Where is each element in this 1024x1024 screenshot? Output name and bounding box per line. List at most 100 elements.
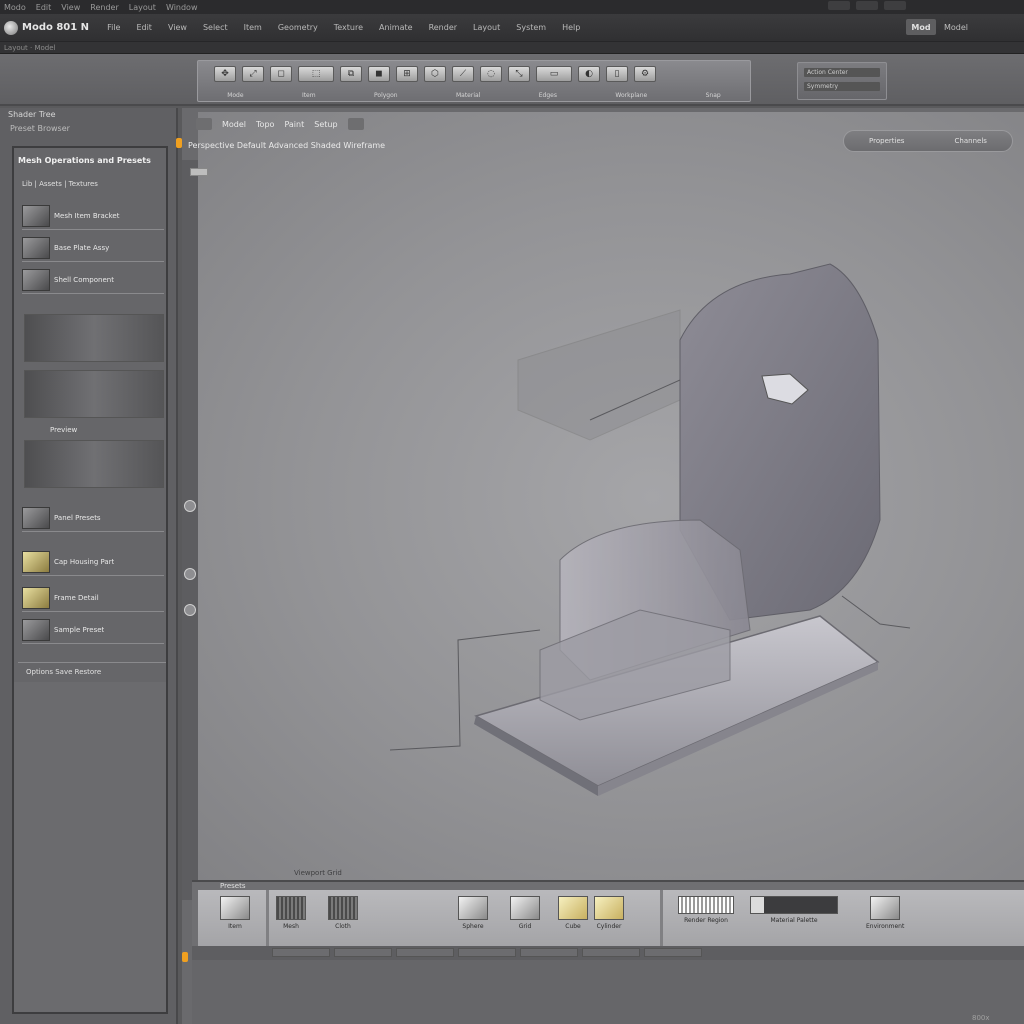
tab-model[interactable]: Model: [222, 120, 246, 129]
asset-tile[interactable]: Mesh: [276, 896, 306, 930]
asset-thumbnail: [458, 896, 488, 920]
asset-thumbnail: [510, 896, 540, 920]
asset-tile[interactable]: Grid: [510, 896, 540, 930]
footer-cell[interactable]: [644, 948, 702, 957]
list-item-label: Sample Preset: [54, 625, 105, 634]
list-item[interactable]: Sample Preset: [22, 616, 164, 644]
scale-tool-icon[interactable]: ⤢: [242, 66, 264, 82]
select-tool-icon[interactable]: ⬚: [298, 66, 334, 82]
menu-file[interactable]: File: [107, 23, 120, 32]
settings-gear-icon[interactable]: ⚙: [634, 66, 656, 82]
layout-label[interactable]: Model: [944, 23, 968, 32]
properties-pill[interactable]: Properties: [869, 137, 904, 145]
action-center-dropdown[interactable]: Action Center: [804, 68, 880, 77]
status-text: 800x: [972, 1014, 990, 1022]
title-item[interactable]: Modo: [4, 3, 26, 12]
menu-edit[interactable]: Edit: [136, 23, 152, 32]
footer-cell[interactable]: [520, 948, 578, 957]
vertex-tool-icon[interactable]: ◌: [480, 66, 502, 82]
menu-system[interactable]: System: [516, 23, 546, 32]
viewport-nav-icon[interactable]: [184, 568, 196, 580]
strip-resize-handle[interactable]: [182, 952, 188, 962]
asset-thumbnail: [276, 896, 306, 920]
viewport-right-pills: Properties Channels: [843, 130, 1013, 152]
menu-geometry[interactable]: Geometry: [278, 23, 318, 32]
tab-paint[interactable]: Paint: [284, 120, 304, 129]
duplicate-tool-icon[interactable]: ⧉: [340, 66, 362, 82]
asset-tile[interactable]: Cylinder: [594, 896, 624, 930]
title-item[interactable]: Layout: [129, 3, 156, 12]
minimize-button[interactable]: [828, 1, 850, 10]
panel-footer-actions[interactable]: Options Save Restore: [18, 662, 166, 680]
tab-topo[interactable]: Topo: [256, 120, 274, 129]
title-item[interactable]: Window: [166, 3, 198, 12]
asset-tile[interactable]: Environment: [866, 896, 904, 930]
preview-section-label: Preview: [50, 426, 78, 434]
title-item[interactable]: Edit: [36, 3, 52, 12]
footer-cell[interactable]: [582, 948, 640, 957]
left-dock-title[interactable]: Shader Tree: [8, 110, 56, 119]
footer-cell[interactable]: [396, 948, 454, 957]
wire-line: [841, 595, 911, 629]
list-item[interactable]: Base Plate Assy: [22, 234, 164, 262]
asset-thumbnail: [558, 896, 588, 920]
material-tool-icon[interactable]: ◐: [578, 66, 600, 82]
box-tool-icon[interactable]: ◻: [270, 66, 292, 82]
menu-view[interactable]: View: [168, 23, 187, 32]
asset-tile[interactable]: Render Region: [678, 896, 734, 924]
panel-subtitle[interactable]: Lib | Assets | Textures: [22, 180, 98, 188]
footer-cell[interactable]: [334, 948, 392, 957]
preset-thumbnail: [22, 204, 50, 227]
polygon-tool-icon[interactable]: ⬡: [424, 66, 446, 82]
channels-pill[interactable]: Channels: [955, 137, 987, 145]
preview-image: [24, 370, 164, 418]
menu-item[interactable]: Item: [244, 23, 262, 32]
list-item[interactable]: Shell Component: [22, 266, 164, 294]
asset-thumbnail: [750, 896, 838, 914]
viewport-chip[interactable]: [190, 168, 208, 176]
menu-select[interactable]: Select: [203, 23, 228, 32]
bevel-tool-icon[interactable]: ⤡: [508, 66, 530, 82]
viewport-header-info[interactable]: Perspective Default Advanced Shaded Wire…: [188, 141, 385, 150]
solid-tool-icon[interactable]: ◼: [368, 66, 390, 82]
3d-model[interactable]: [380, 250, 920, 810]
left-dock-subtitle[interactable]: Preset Browser: [10, 124, 70, 133]
menu-render[interactable]: Render: [429, 23, 457, 32]
list-item[interactable]: Mesh Item Bracket: [22, 202, 164, 230]
list-item[interactable]: Frame Detail: [22, 584, 164, 612]
grid-tool-icon[interactable]: ⊞: [396, 66, 418, 82]
asset-tile[interactable]: Material Palette: [750, 896, 838, 924]
bounding-tool-icon[interactable]: ▯: [606, 66, 628, 82]
asset-tile[interactable]: Item: [220, 896, 250, 930]
list-item-label: Base Plate Assy: [54, 243, 110, 252]
viewport-menu-icon[interactable]: [196, 118, 212, 130]
footer-cell[interactable]: [272, 948, 330, 957]
maximize-button[interactable]: [856, 1, 878, 10]
edge-tool-icon[interactable]: ⟋: [452, 66, 474, 82]
menu-help[interactable]: Help: [562, 23, 580, 32]
title-item[interactable]: View: [61, 3, 80, 12]
close-button[interactable]: [884, 1, 906, 10]
list-item[interactable]: Cap Housing Part: [22, 548, 164, 576]
move-tool-icon[interactable]: ✥: [214, 66, 236, 82]
menu-layout[interactable]: Layout: [473, 23, 500, 32]
asset-tile[interactable]: Cube: [558, 896, 588, 930]
list-item[interactable]: Panel Presets: [22, 504, 164, 532]
title-item[interactable]: Render: [90, 3, 118, 12]
list-item-label: Shell Component: [54, 275, 114, 284]
menu-animate[interactable]: Animate: [379, 23, 413, 32]
ribbon-caption: Item: [301, 92, 316, 99]
mode-button[interactable]: Mod: [906, 19, 936, 35]
ribbon-captions: Mode Item Polygon Material Edges Workpla…: [198, 92, 750, 99]
viewport-nav-icon[interactable]: [184, 500, 196, 512]
tab-setup[interactable]: Setup: [314, 120, 337, 129]
workplane-tool-icon[interactable]: ▭: [536, 66, 572, 82]
list-item-label: Mesh Item Bracket: [54, 211, 120, 220]
viewport-options-icon[interactable]: [347, 118, 364, 130]
viewport-nav-icon[interactable]: [184, 604, 196, 616]
menu-texture[interactable]: Texture: [334, 23, 363, 32]
asset-tile[interactable]: Sphere: [458, 896, 488, 930]
symmetry-dropdown[interactable]: Symmetry: [804, 82, 880, 91]
footer-cell[interactable]: [458, 948, 516, 957]
asset-tile[interactable]: Cloth: [328, 896, 358, 930]
